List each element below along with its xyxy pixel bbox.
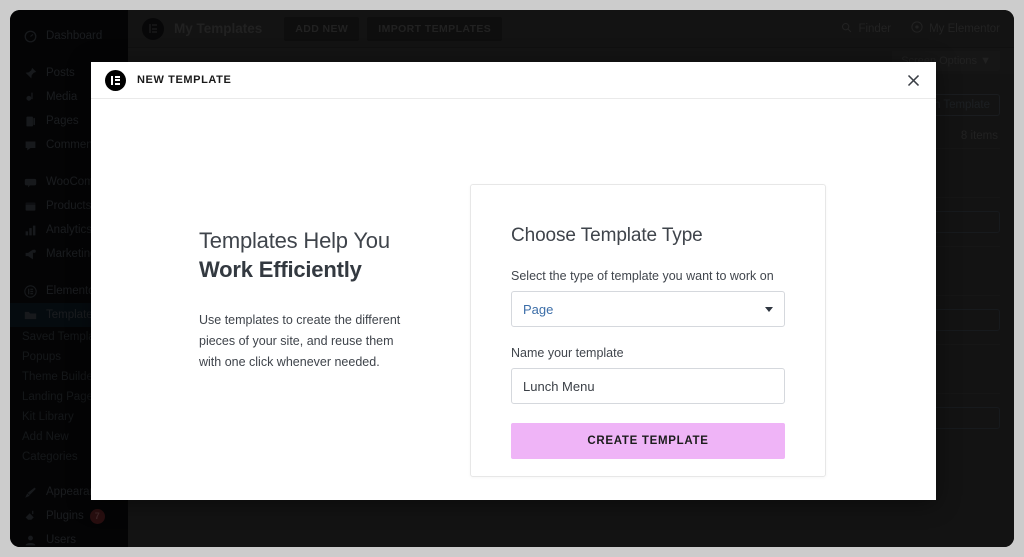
elementor-logo-icon: [105, 69, 126, 91]
choose-template-type-card: Choose Template Type Select the type of …: [470, 184, 826, 477]
template-type-select[interactable]: Page: [511, 291, 785, 327]
template-name-value: Lunch Menu: [523, 378, 595, 394]
template-type-value: Page: [523, 301, 554, 317]
modal-header: NEW TEMPLATE: [91, 62, 936, 99]
modal-title: NEW TEMPLATE: [137, 74, 232, 86]
browser-page-shell: Dashboard Posts Media Pages Commen: [10, 10, 1014, 547]
promo-heading-line2: Work Efficiently: [199, 257, 362, 282]
create-template-button[interactable]: CREATE TEMPLATE: [511, 423, 785, 459]
chevron-down-icon: [765, 306, 773, 312]
promo-heading-line1: Templates Help You: [199, 227, 390, 253]
promo-column: Templates Help You Work Efficiently Use …: [101, 226, 481, 373]
template-name-label: Name your template: [511, 346, 624, 360]
modal-body: Templates Help You Work Efficiently Use …: [91, 99, 936, 500]
template-type-label: Select the type of template you want to …: [511, 269, 774, 283]
template-name-input[interactable]: Lunch Menu: [511, 368, 785, 404]
form-title: Choose Template Type: [511, 225, 703, 246]
promo-body-text: Use templates to create the different pi…: [199, 313, 401, 370]
close-icon[interactable]: [902, 69, 924, 91]
new-template-modal: NEW TEMPLATE Templates Help You Work Eff…: [91, 62, 936, 500]
